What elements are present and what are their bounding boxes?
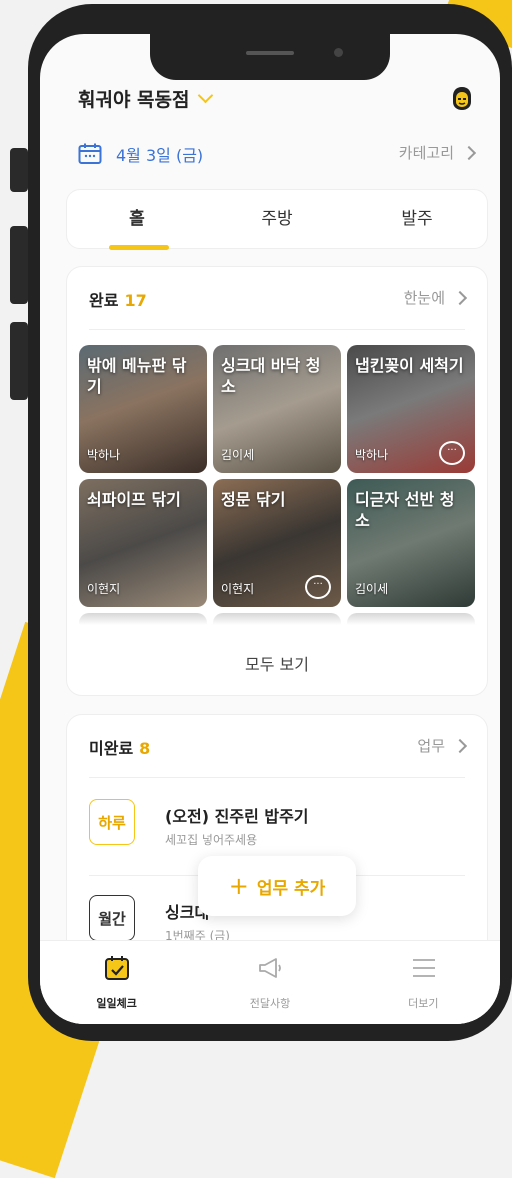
overview-link[interactable]: 한눈에	[403, 287, 468, 308]
chevron-right-icon	[452, 738, 468, 753]
phone-side-button	[10, 226, 28, 304]
tile-person: 이현지	[221, 582, 255, 596]
completed-task-tile[interactable]: 싱크대 바닥 청소 김이세	[213, 345, 341, 473]
phone-side-button	[10, 148, 28, 192]
calendar-check-icon	[105, 956, 129, 980]
add-task-label: 업무 추가	[256, 878, 326, 899]
tasks-link-label: 업무	[417, 737, 445, 755]
category-link-label: 카테고리	[398, 144, 454, 162]
tab-order[interactable]: 발주	[347, 190, 487, 248]
nav-more[interactable]: 더보기	[347, 941, 500, 1024]
chevron-right-icon	[452, 290, 468, 305]
tile-title: 밖에 메뉴판 닦기	[87, 356, 187, 396]
phone-side-button	[10, 322, 28, 400]
completed-task-tile[interactable]: 쇠파이프 닦기 이현지	[79, 479, 207, 607]
tasks-link[interactable]: 업무	[417, 735, 468, 756]
completed-label: 완료	[89, 291, 119, 310]
incomplete-count: 8	[139, 739, 151, 758]
app-screen: 훠궈야 목동점 4월 3일 (금) 카테고리 홀 주방 발주 완료 17 한눈에…	[40, 34, 500, 1024]
tile-title: 정문 닦기	[221, 490, 286, 509]
tile-fade	[347, 613, 475, 625]
nav-label: 일일체크	[96, 997, 137, 1010]
view-all-button[interactable]: 모두 보기	[67, 651, 487, 675]
divider	[89, 777, 465, 778]
store-selector[interactable]: 훠궈야 목동점	[78, 85, 213, 112]
tile-title: 싱크대 바닥 청소	[221, 356, 321, 396]
add-task-button[interactable]: + 업무 추가	[198, 856, 356, 916]
tile-person: 박하나	[355, 448, 389, 462]
tile-fade	[213, 613, 341, 625]
completed-task-tile[interactable]: 디귿자 선반 청소 김이세	[347, 479, 475, 607]
notch-speaker	[246, 51, 294, 55]
overview-link-label: 한눈에	[403, 289, 445, 307]
tab-hall[interactable]: 홀	[67, 190, 207, 250]
comment-icon: ···	[439, 441, 465, 465]
store-name: 훠궈야 목동점	[78, 89, 190, 111]
tile-person: 이현지	[87, 582, 121, 596]
nav-label: 더보기	[408, 997, 439, 1010]
divider	[89, 329, 465, 330]
megaphone-icon	[259, 958, 282, 978]
completed-task-tile[interactable]: 냅킨꽂이 세척기 박하나 ···	[347, 345, 475, 473]
comment-icon: ···	[305, 575, 331, 599]
nav-announcements[interactable]: 전달사항	[193, 941, 346, 1024]
completed-card: 완료 17 한눈에 밖에 메뉴판 닦기 박하나 싱크대 바닥 청소 김이세 냅킨꽂…	[66, 266, 488, 696]
section-tabs: 홀 주방 발주	[66, 189, 488, 250]
chevron-down-icon	[197, 87, 213, 104]
nav-label: 전달사항	[249, 997, 291, 1010]
tab-kitchen[interactable]: 주방	[207, 190, 347, 248]
tile-title: 쇠파이프 닦기	[87, 490, 181, 509]
completed-count: 17	[124, 291, 147, 310]
tile-person: 김이세	[221, 448, 255, 462]
notch-camera	[334, 48, 343, 57]
task-title: (오전) 진주린 밥주기	[165, 807, 309, 826]
nav-daily-check[interactable]: 일일체크	[40, 941, 193, 1024]
tile-person: 박하나	[87, 448, 121, 462]
incomplete-label: 미완료	[89, 739, 134, 758]
frequency-badge: 월간	[89, 895, 135, 941]
phone-notch	[150, 34, 390, 80]
incomplete-header: 미완료 8	[89, 735, 150, 759]
tile-fade	[79, 613, 207, 625]
current-date: 4월 3일 (금)	[116, 146, 204, 165]
plus-icon: +	[228, 872, 249, 900]
phone-frame: 훠궈야 목동점 4월 3일 (금) 카테고리 홀 주방 발주 완료 17 한눈에…	[10, 4, 512, 1041]
chef-avatar-icon[interactable]	[450, 86, 474, 112]
menu-icon	[412, 959, 435, 977]
frequency-badge: 하루	[89, 799, 135, 845]
completed-task-tile[interactable]: 밖에 메뉴판 닦기 박하나	[79, 345, 207, 473]
completed-header: 완료 17	[89, 287, 147, 311]
completed-task-tile[interactable]: 정문 닦기 이현지 ···	[213, 479, 341, 607]
task-subtitle: 세꼬집 넣어주세용	[165, 833, 258, 847]
tile-title: 디귿자 선반 청소	[355, 490, 455, 530]
chevron-right-icon	[461, 145, 477, 160]
tile-person: 김이세	[355, 582, 389, 596]
date-selector[interactable]: 4월 3일 (금)	[78, 142, 203, 166]
bottom-navigation: 일일체크 전달사항 더보기	[40, 940, 500, 1024]
category-link[interactable]: 카테고리	[398, 142, 477, 163]
tile-title: 냅킨꽂이 세척기	[355, 356, 464, 375]
calendar-icon	[78, 143, 102, 164]
